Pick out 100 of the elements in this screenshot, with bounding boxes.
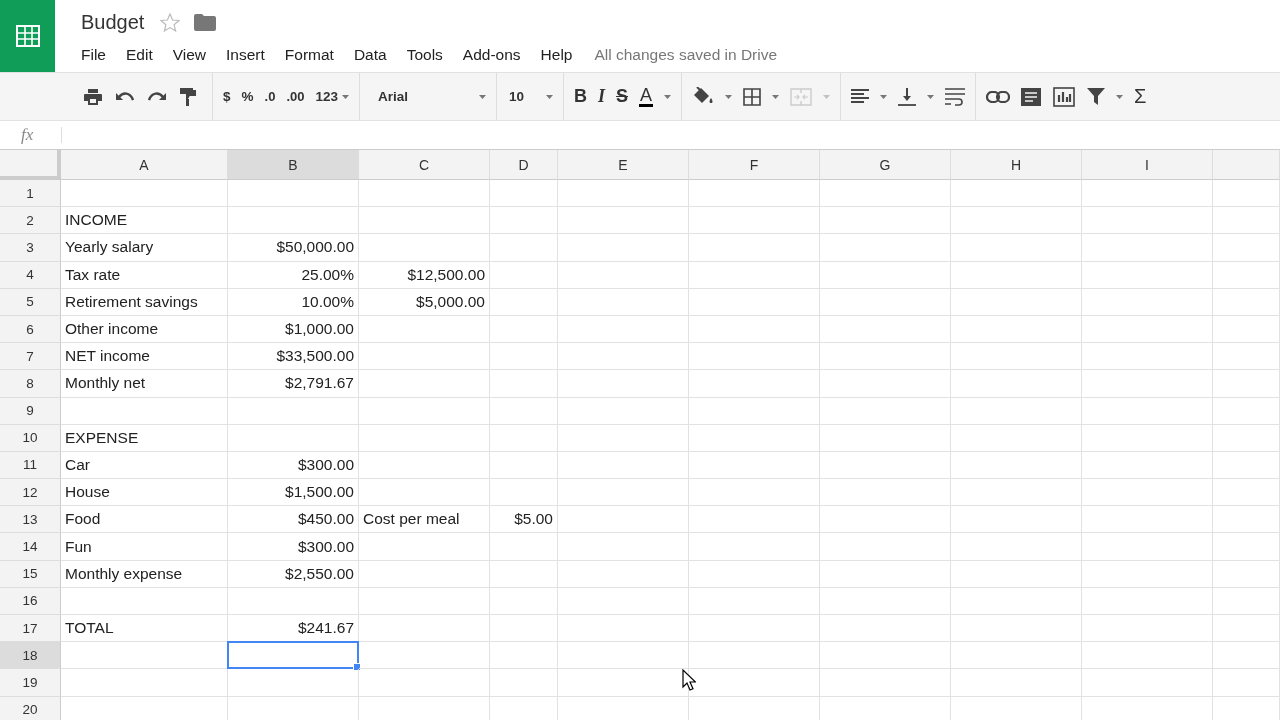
- empty-cell[interactable]: [228, 397, 359, 425]
- table-cell[interactable]: NET income: [61, 343, 228, 371]
- empty-cell[interactable]: [820, 180, 951, 208]
- table-cell[interactable]: EXPENSE: [61, 424, 228, 452]
- menu-item[interactable]: File: [81, 46, 106, 64]
- row-header[interactable]: 1: [0, 180, 61, 208]
- empty-cell[interactable]: [820, 669, 951, 697]
- empty-cell[interactable]: [951, 560, 1082, 588]
- align-left-icon[interactable]: [851, 89, 870, 104]
- empty-cell[interactable]: [558, 315, 689, 344]
- empty-cell[interactable]: [689, 560, 820, 588]
- empty-cell[interactable]: [820, 370, 951, 398]
- menu-item[interactable]: Data: [353, 46, 387, 64]
- row-header[interactable]: 6: [0, 315, 61, 344]
- row-header[interactable]: 5: [0, 288, 61, 316]
- empty-cell[interactable]: [1213, 261, 1280, 289]
- empty-cell[interactable]: [228, 207, 359, 235]
- empty-cell[interactable]: [951, 451, 1082, 480]
- empty-cell[interactable]: [820, 397, 951, 425]
- empty-cell[interactable]: [1082, 343, 1213, 371]
- table-cell[interactable]: $1,000.00: [228, 315, 359, 344]
- empty-cell[interactable]: [490, 642, 558, 670]
- empty-cell[interactable]: [1213, 615, 1280, 643]
- empty-cell[interactable]: [558, 533, 689, 561]
- empty-cell[interactable]: [820, 315, 951, 344]
- empty-cell[interactable]: [490, 370, 558, 398]
- dropdown-caret-icon[interactable]: [880, 94, 888, 99]
- empty-cell[interactable]: [820, 506, 951, 534]
- empty-cell[interactable]: [359, 669, 490, 697]
- borders-icon[interactable]: [743, 87, 762, 106]
- menu-item[interactable]: Edit: [126, 46, 153, 64]
- empty-cell[interactable]: [490, 261, 558, 289]
- table-cell[interactable]: $300.00: [228, 533, 359, 561]
- text-color-button[interactable]: A: [639, 86, 654, 107]
- row-header[interactable]: 13: [0, 506, 61, 534]
- empty-cell[interactable]: [1082, 451, 1213, 480]
- empty-cell[interactable]: [490, 560, 558, 588]
- empty-cell[interactable]: [1213, 343, 1280, 371]
- empty-cell[interactable]: [558, 207, 689, 235]
- empty-cell[interactable]: [1082, 424, 1213, 452]
- row-header[interactable]: 18: [0, 642, 61, 670]
- empty-cell[interactable]: [1082, 261, 1213, 289]
- column-header[interactable]: D: [490, 150, 558, 180]
- empty-cell[interactable]: [558, 370, 689, 398]
- empty-cell[interactable]: [228, 424, 359, 452]
- empty-cell[interactable]: [359, 370, 490, 398]
- empty-cell[interactable]: [490, 533, 558, 561]
- menu-item[interactable]: Format: [284, 46, 334, 64]
- empty-cell[interactable]: [1082, 642, 1213, 670]
- empty-cell[interactable]: [951, 370, 1082, 398]
- empty-cell[interactable]: [490, 451, 558, 480]
- empty-cell[interactable]: [490, 180, 558, 208]
- empty-cell[interactable]: [689, 587, 820, 615]
- strikethrough-button[interactable]: S: [616, 86, 628, 107]
- empty-cell[interactable]: [1082, 315, 1213, 344]
- menu-item[interactable]: View: [172, 46, 207, 64]
- print-icon[interactable]: [84, 88, 102, 105]
- table-cell[interactable]: Cost per meal: [359, 506, 490, 534]
- empty-cell[interactable]: [689, 424, 820, 452]
- empty-cell[interactable]: [558, 451, 689, 480]
- table-cell[interactable]: $2,791.67: [228, 370, 359, 398]
- empty-cell[interactable]: [951, 424, 1082, 452]
- link-icon[interactable]: [986, 90, 1011, 103]
- empty-cell[interactable]: [490, 315, 558, 344]
- empty-cell[interactable]: [359, 451, 490, 480]
- row-header[interactable]: 11: [0, 451, 61, 480]
- empty-cell[interactable]: [1213, 370, 1280, 398]
- empty-cell[interactable]: [490, 424, 558, 452]
- empty-cell[interactable]: [1082, 288, 1213, 316]
- align-bottom-icon[interactable]: [898, 87, 917, 106]
- empty-cell[interactable]: [951, 669, 1082, 697]
- dropdown-caret-icon[interactable]: [1116, 94, 1124, 99]
- empty-cell[interactable]: [1082, 506, 1213, 534]
- empty-cell[interactable]: [1082, 207, 1213, 235]
- empty-cell[interactable]: [951, 315, 1082, 344]
- column-header[interactable]: C: [359, 150, 490, 180]
- table-cell[interactable]: $12,500.00: [359, 261, 490, 289]
- filter-icon[interactable]: [1087, 88, 1106, 105]
- row-header[interactable]: 8: [0, 370, 61, 398]
- table-cell[interactable]: $300.00: [228, 451, 359, 480]
- empty-cell[interactable]: [1213, 451, 1280, 480]
- empty-cell[interactable]: [1213, 424, 1280, 452]
- selected-cell[interactable]: [227, 641, 359, 670]
- empty-cell[interactable]: [1082, 669, 1213, 697]
- table-cell[interactable]: $5.00: [490, 506, 558, 534]
- empty-cell[interactable]: [820, 533, 951, 561]
- empty-cell[interactable]: [558, 587, 689, 615]
- dropdown-caret-icon[interactable]: [546, 94, 553, 99]
- empty-cell[interactable]: [228, 587, 359, 615]
- empty-cell[interactable]: [951, 343, 1082, 371]
- empty-cell[interactable]: [820, 424, 951, 452]
- table-cell[interactable]: House: [61, 479, 228, 507]
- font-dropdown[interactable]: Arial: [370, 89, 486, 104]
- empty-cell[interactable]: [558, 343, 689, 371]
- empty-cell[interactable]: [1213, 560, 1280, 588]
- empty-cell[interactable]: [558, 180, 689, 208]
- empty-cell[interactable]: [689, 180, 820, 208]
- empty-cell[interactable]: [689, 533, 820, 561]
- table-cell[interactable]: Retirement savings: [61, 288, 228, 316]
- empty-cell[interactable]: [689, 451, 820, 480]
